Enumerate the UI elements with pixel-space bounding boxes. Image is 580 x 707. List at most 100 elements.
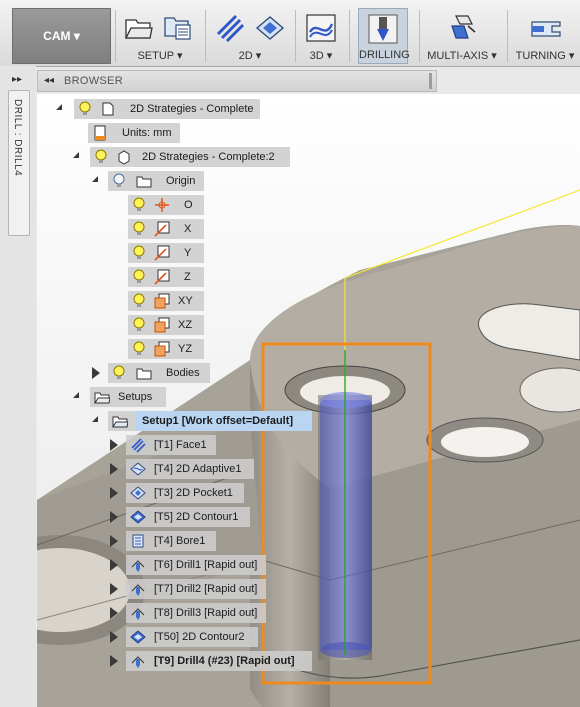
plane-icon: [154, 341, 170, 357]
lightbulb-icon[interactable]: [94, 149, 108, 165]
multi-axis-group[interactable]: MULTI-AXIS ▾: [422, 8, 502, 64]
expand-toggle[interactable]: [92, 416, 98, 422]
browser-resize-handle[interactable]: [429, 73, 432, 89]
expand-toggle[interactable]: [73, 392, 79, 398]
face-operation-icon: [131, 438, 146, 453]
2d-menu-label[interactable]: 2D ▾: [208, 49, 292, 62]
tree-item-operation[interactable]: [T4] Bore1: [126, 531, 216, 551]
lightbulb-icon[interactable]: [132, 197, 146, 213]
expand-toggle[interactable]: [110, 439, 118, 451]
tree-item-label: [T50] 2D Contour2: [154, 631, 245, 643]
lightbulb-icon[interactable]: [132, 245, 146, 261]
tree-item-label: [T4] 2D Adaptive1: [154, 463, 242, 475]
tree-item-component[interactable]: 2D Strategies - Complete:2: [90, 147, 290, 167]
tree-item-label: XZ: [178, 319, 193, 331]
tree-item-operation[interactable]: [T5] 2D Contour1: [126, 507, 250, 527]
setup-group[interactable]: SETUP ▾: [118, 8, 202, 64]
component-box-icon: [118, 150, 130, 165]
3d-adaptive-icon[interactable]: [305, 12, 337, 44]
tree-item-label: YZ: [178, 343, 193, 355]
tree-item-label: Setup1 [Work offset=Default]: [142, 415, 294, 427]
tree-item-operation-active[interactable]: [T9] Drill4 (#23) [Rapid out]: [126, 651, 312, 671]
bore-operation-icon: [132, 534, 144, 548]
expand-toggle[interactable]: [110, 535, 118, 547]
tree-item-yz-plane[interactable]: YZ: [128, 339, 204, 359]
turning-icon[interactable]: [530, 12, 562, 44]
2d-group[interactable]: 2D ▾: [208, 8, 292, 64]
expand-toggle[interactable]: [110, 559, 118, 571]
setup-sheet-icon[interactable]: [162, 12, 194, 44]
expand-panel-icon[interactable]: ▸▸: [12, 74, 22, 85]
turning-menu-label[interactable]: TURNING ▾: [510, 49, 580, 62]
setup-icon: [112, 416, 128, 428]
expand-toggle[interactable]: [56, 104, 62, 110]
tree-item-label: XY: [178, 295, 193, 307]
tree-item-operation[interactable]: [T50] 2D Contour2: [126, 627, 258, 647]
tree-item-units[interactable]: Units: mm: [88, 123, 180, 143]
tree-item-label: X: [184, 223, 192, 235]
document-settings-icon: [94, 125, 106, 141]
drilling-button[interactable]: DRILLING: [358, 8, 410, 64]
tree-item-operation[interactable]: [T7] Drill2 [Rapid out]: [126, 579, 266, 599]
tree-item-label: [T3] 2D Pocket1: [154, 487, 233, 499]
browser-header: ◂◂ BROWSER: [37, 70, 437, 92]
expand-toggle[interactable]: [73, 152, 79, 158]
expand-toggle[interactable]: [92, 176, 98, 182]
tree-item-label: Y: [184, 247, 192, 259]
lightbulb-icon[interactable]: [78, 101, 92, 117]
expand-toggle[interactable]: [110, 607, 118, 619]
lightbulb-icon[interactable]: [132, 317, 146, 333]
2d-adaptive-icon[interactable]: [214, 12, 246, 44]
tree-item-label: [T8] Drill3 [Rapid out]: [154, 607, 258, 619]
axis-icon: [154, 269, 170, 285]
tree-item-operation[interactable]: [T8] Drill3 [Rapid out]: [126, 603, 266, 623]
expand-toggle[interactable]: [110, 655, 118, 667]
tree-item-document[interactable]: 2D Strategies - Complete: [74, 99, 260, 119]
expand-toggle[interactable]: [110, 511, 118, 523]
tree-item-x-axis[interactable]: X: [128, 219, 204, 239]
tree-item-label: Setups: [118, 391, 153, 403]
new-setup-icon[interactable]: [122, 12, 154, 44]
expand-toggle[interactable]: [110, 583, 118, 595]
tree-item-origin-point[interactable]: O: [128, 195, 204, 215]
toolbar-separator: [295, 10, 296, 62]
tree-item-bodies[interactable]: Bodies: [108, 363, 210, 383]
lightbulb-icon[interactable]: [132, 341, 146, 357]
tree-item-setup1[interactable]: Setup1 [Work offset=Default]: [136, 411, 312, 431]
expand-toggle[interactable]: [92, 367, 100, 379]
3d-group[interactable]: 3D ▾: [298, 8, 344, 64]
tree-item-label: [T5] 2D Contour1: [154, 511, 239, 523]
collapse-browser-icon[interactable]: ◂◂: [44, 75, 54, 86]
tree-item-label: O: [184, 199, 193, 211]
tree-item-operation[interactable]: [T3] 2D Pocket1: [126, 483, 244, 503]
tree-item-origin[interactable]: Origin: [108, 171, 204, 191]
tree-item-label: Bodies: [166, 367, 200, 379]
lightbulb-icon[interactable]: [132, 293, 146, 309]
expand-toggle[interactable]: [110, 463, 118, 475]
lightbulb-icon[interactable]: [112, 365, 126, 381]
lightbulb-off-icon[interactable]: [112, 173, 126, 189]
lightbulb-icon[interactable]: [132, 269, 146, 285]
tree-item-z-axis[interactable]: Z: [128, 267, 204, 287]
multi-axis-icon[interactable]: [446, 12, 478, 44]
tree-item-label: [T1] Face1: [154, 439, 207, 451]
tree-item-xy-plane[interactable]: XY: [128, 291, 204, 311]
2d-pocket-icon[interactable]: [254, 12, 286, 44]
expand-toggle[interactable]: [110, 631, 118, 643]
tree-item-operation[interactable]: [T4] 2D Adaptive1: [126, 459, 254, 479]
adaptive-operation-icon: [130, 462, 146, 476]
tree-item-setups[interactable]: Setups: [90, 387, 166, 407]
active-operation-tab[interactable]: DRILL : DRILL4: [8, 90, 30, 236]
turning-group[interactable]: TURNING ▾: [510, 8, 580, 64]
tree-item-operation[interactable]: [T1] Face1: [126, 435, 216, 455]
tree-item-xz-plane[interactable]: XZ: [128, 315, 204, 335]
3d-menu-label[interactable]: 3D ▾: [298, 49, 344, 62]
tree-item-operation[interactable]: [T6] Drill1 [Rapid out]: [126, 555, 266, 575]
lightbulb-icon[interactable]: [132, 221, 146, 237]
multi-axis-menu-label[interactable]: MULTI-AXIS ▾: [422, 49, 502, 62]
expand-toggle[interactable]: [110, 487, 118, 499]
setup-menu-label[interactable]: SETUP ▾: [118, 49, 202, 62]
axis-icon: [154, 245, 170, 261]
tree-item-y-axis[interactable]: Y: [128, 243, 204, 263]
workspace-switcher-button[interactable]: CAM ▾: [12, 8, 111, 64]
